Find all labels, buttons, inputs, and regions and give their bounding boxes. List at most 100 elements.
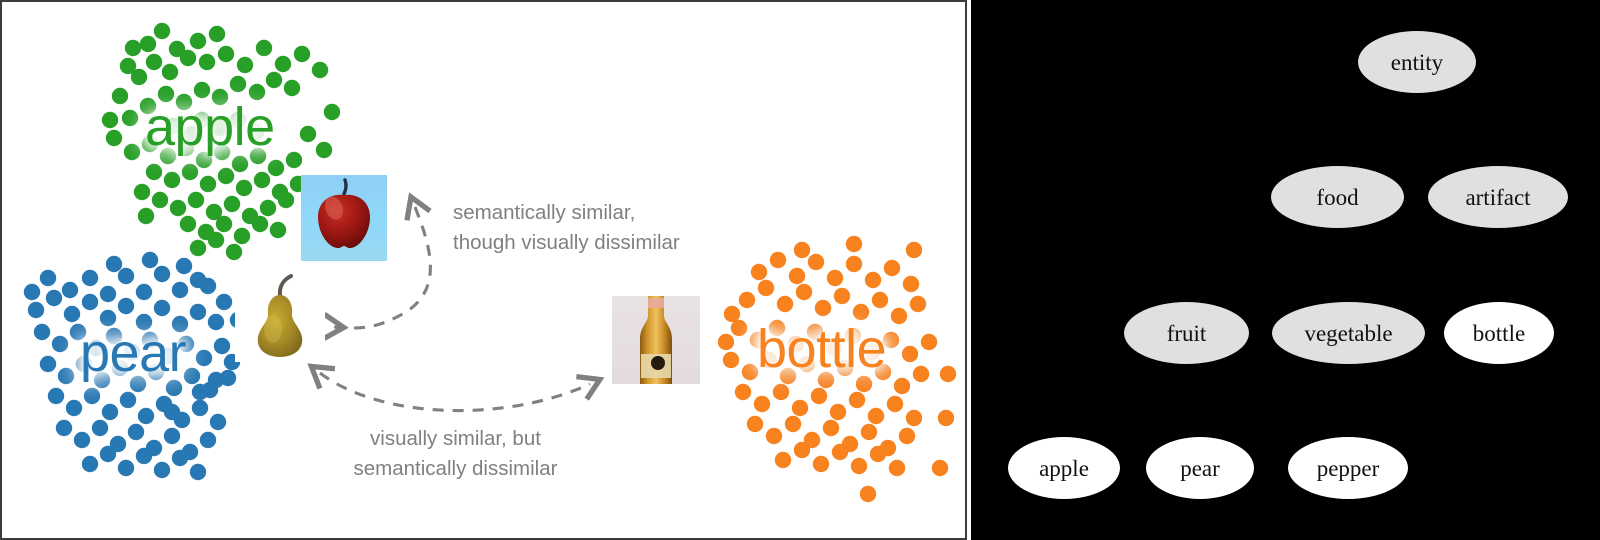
scatter-point <box>219 369 237 387</box>
scatter-point <box>189 239 207 257</box>
scatter-point <box>155 395 173 413</box>
scatter-point <box>117 267 135 285</box>
scatter-point <box>215 215 233 233</box>
embedding-scatter-panel: apple pear bottle semantically similar, … <box>0 0 967 540</box>
scatter-point <box>283 79 301 97</box>
hierarchy-node-fruit[interactable]: fruit <box>1124 302 1249 364</box>
hierarchy-node-pepper[interactable]: pepper <box>1288 437 1408 499</box>
scatter-point <box>883 259 901 277</box>
scatter-point <box>293 45 311 63</box>
scatter-point <box>45 289 63 307</box>
hierarchy-node-food[interactable]: food <box>1271 166 1404 228</box>
scatter-point <box>251 215 269 233</box>
semantic-annotation-text: semantically similar, though visually di… <box>453 201 680 254</box>
scatter-point <box>217 45 235 63</box>
scatter-point <box>101 403 119 421</box>
scatter-point <box>829 403 847 421</box>
hierarchy-node-label: entity <box>1390 49 1444 75</box>
scatter-point <box>171 449 189 467</box>
scatter-point <box>826 269 844 287</box>
scatter-point <box>901 345 919 363</box>
scatter-point <box>890 307 908 325</box>
scatter-point <box>117 459 135 477</box>
scatter-point <box>833 287 851 305</box>
scatter-point <box>201 381 219 399</box>
scatter-point <box>215 293 233 311</box>
hierarchy-node-label: fruit <box>1166 320 1207 346</box>
scatter-point <box>61 281 79 299</box>
scatter-point <box>189 303 207 321</box>
scatter-point <box>236 56 254 74</box>
scatter-point <box>233 227 251 245</box>
scatter-point <box>931 459 949 477</box>
scatter-point <box>213 337 231 355</box>
hierarchy-node-label: artifact <box>1465 184 1531 210</box>
scatter-point <box>175 257 193 275</box>
hierarchy-node-label: food <box>1316 184 1359 210</box>
scatter-point <box>769 251 787 269</box>
semantic-hierarchy-panel: entity food artifact fruit vegetable bottle ap… <box>971 0 1600 540</box>
scatter-point <box>163 403 181 421</box>
scatter-point <box>269 221 287 239</box>
scatter-point <box>145 163 163 181</box>
scatter-point <box>231 155 249 173</box>
scatter-point <box>105 255 123 273</box>
scatter-point <box>784 415 802 433</box>
scatter-point <box>225 243 243 261</box>
scatter-point <box>848 391 866 409</box>
scatter-point <box>81 455 99 473</box>
scatter-point <box>137 207 155 225</box>
hierarchy-node-entity[interactable]: entity <box>1358 31 1476 93</box>
scatter-point <box>845 255 863 273</box>
scatter-point <box>812 455 830 473</box>
scatter-point <box>153 299 171 317</box>
scatter-point <box>121 109 139 127</box>
scatter-point <box>99 285 117 303</box>
scatter-point <box>181 443 199 461</box>
scatter-point <box>161 63 179 81</box>
scatter-point <box>757 279 775 297</box>
scatter-point <box>893 377 911 395</box>
hierarchy-node-vegetable[interactable]: vegetable <box>1272 302 1425 364</box>
scatter-point <box>869 445 887 463</box>
scatter-point <box>171 281 189 299</box>
scatter-point <box>791 399 809 417</box>
cluster-label-bottle: bottle <box>757 319 887 379</box>
apple-illustration <box>318 178 370 249</box>
scatter-point <box>119 391 137 409</box>
hierarchy-node-artifact[interactable]: artifact <box>1428 166 1568 228</box>
scatter-point <box>738 291 756 309</box>
scatter-point <box>101 111 119 129</box>
scatter-point <box>57 367 75 385</box>
hierarchy-node-pear[interactable]: pear <box>1146 437 1254 499</box>
scatter-point <box>311 61 329 79</box>
scatter-point <box>810 387 828 405</box>
scatter-point <box>199 431 217 449</box>
scatter-point <box>879 439 897 457</box>
scatter-point <box>119 57 137 75</box>
scatter-point <box>859 485 877 503</box>
scatter-point <box>91 419 109 437</box>
scatter-point <box>168 40 186 58</box>
scatter-point <box>153 265 171 283</box>
scatter-point <box>27 301 45 319</box>
scatter-point <box>191 383 209 401</box>
scatter-point <box>814 299 832 317</box>
scatter-point <box>127 423 145 441</box>
scatter-point <box>189 271 207 289</box>
scatter-point <box>323 103 341 121</box>
scatter-point <box>867 407 885 425</box>
scatter-point <box>55 419 73 437</box>
hierarchy-node-apple[interactable]: apple <box>1008 437 1120 499</box>
scatter-point <box>217 167 235 185</box>
scatter-point <box>235 179 253 197</box>
scatter-point <box>81 293 99 311</box>
pear-illustration <box>257 274 303 357</box>
hierarchy-node-bottle[interactable]: bottle <box>1444 302 1554 364</box>
scatter-point <box>902 275 920 293</box>
scatter-point <box>207 231 225 249</box>
hierarchy-node-label: pepper <box>1316 455 1380 481</box>
scatter-point <box>191 399 209 417</box>
scatter-point <box>124 39 142 57</box>
scatter-point <box>187 191 205 209</box>
